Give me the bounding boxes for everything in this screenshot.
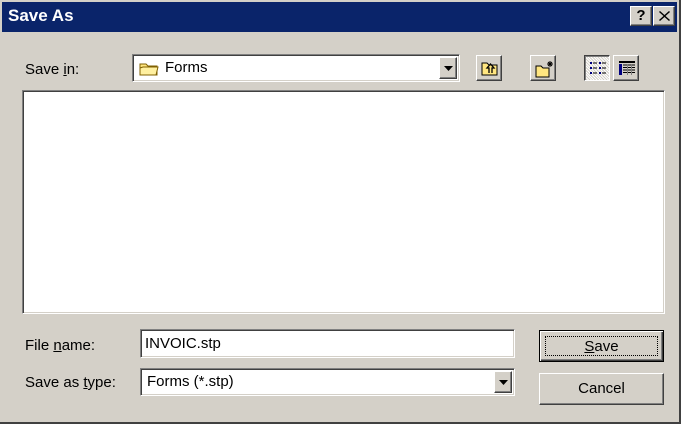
title-bar[interactable]: Save As ? bbox=[2, 2, 677, 32]
file-name-label: File name: bbox=[25, 337, 96, 354]
save-in-label: Save in: bbox=[25, 61, 80, 78]
list-view-button[interactable] bbox=[584, 55, 610, 81]
list-view-icon bbox=[590, 62, 606, 74]
save-as-type-label: Save as type: bbox=[25, 374, 116, 391]
file-name-input-box[interactable] bbox=[140, 329, 515, 358]
save-as-type-dropdown[interactable]: Forms (*.stp) bbox=[140, 368, 515, 396]
details-view-button[interactable] bbox=[613, 55, 639, 81]
up-one-level-icon bbox=[481, 62, 498, 76]
cancel-button[interactable]: Cancel bbox=[539, 373, 664, 405]
save-button[interactable]: Save bbox=[539, 330, 664, 362]
close-icon bbox=[659, 11, 670, 21]
save-as-type-value: Forms (*.stp) bbox=[147, 373, 234, 390]
file-name-input[interactable] bbox=[144, 333, 511, 353]
window-title: Save As bbox=[8, 6, 74, 25]
help-button[interactable]: ? bbox=[630, 6, 652, 26]
up-one-level-button[interactable] bbox=[476, 55, 502, 81]
chevron-down-icon bbox=[444, 66, 453, 71]
save-in-dropdown[interactable]: Forms bbox=[132, 54, 460, 82]
details-view-icon bbox=[619, 61, 635, 75]
save-as-dialog: Save As ? Save in: Forms File name: INVO… bbox=[0, 0, 681, 424]
save-in-value: Forms bbox=[165, 59, 208, 76]
create-new-folder-button[interactable] bbox=[530, 55, 556, 81]
create-new-folder-icon bbox=[535, 61, 553, 78]
close-button[interactable] bbox=[653, 6, 675, 26]
save-as-type-dropdown-arrow[interactable] bbox=[494, 371, 512, 393]
save-button-focus: Save bbox=[545, 336, 658, 356]
folder-icon bbox=[139, 63, 159, 76]
save-in-dropdown-arrow[interactable] bbox=[439, 57, 457, 79]
chevron-down-icon bbox=[499, 380, 508, 385]
file-list[interactable] bbox=[22, 90, 665, 314]
